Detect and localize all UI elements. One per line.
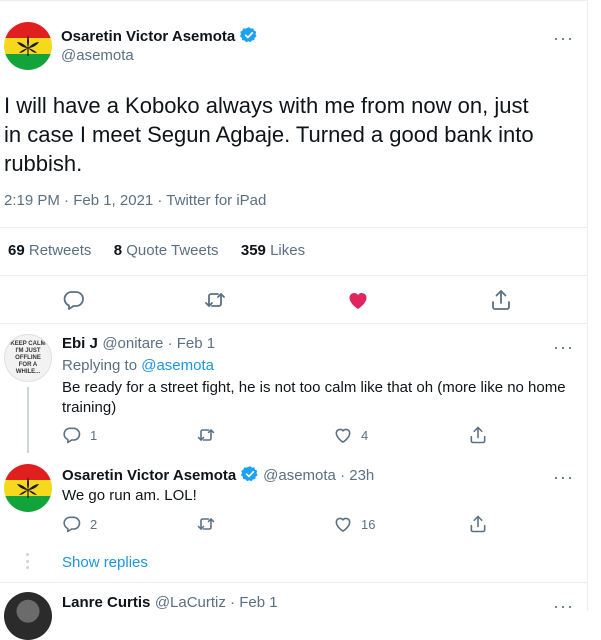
reply-meta[interactable]: @LaCurtiz · Feb 1 bbox=[155, 594, 278, 611]
retweets-label: Retweets bbox=[28, 242, 92, 259]
verified-badge-icon bbox=[240, 466, 258, 482]
reply-avatar[interactable] bbox=[4, 592, 52, 640]
engagement-stats: 69 Retweets 8 Quote Tweets 359 Likes bbox=[8, 242, 305, 259]
more-options-icon[interactable]: ··· bbox=[553, 468, 574, 486]
reply-text-line: Be ready for a street fight, he is not t… bbox=[62, 379, 566, 396]
tweet-timestamp[interactable]: 2:19 PM · Feb 1, 2021 · Twitter for iPad bbox=[4, 192, 266, 209]
reply-icon[interactable] bbox=[62, 425, 82, 445]
divider bbox=[0, 275, 588, 276]
author-handle[interactable]: @asemota bbox=[61, 47, 134, 64]
reply-meta[interactable]: @asemota · 23h bbox=[263, 467, 374, 484]
show-replies-link[interactable]: Show replies bbox=[62, 554, 148, 571]
more-options-icon[interactable]: ··· bbox=[553, 29, 574, 47]
quote-count: 8 bbox=[113, 242, 123, 259]
reply-count: 1 bbox=[90, 428, 98, 443]
reply-author-name[interactable]: Ebi J bbox=[62, 335, 98, 352]
cannabis-leaf-icon bbox=[17, 35, 39, 56]
reply-meta[interactable]: @onitare · Feb 1 bbox=[102, 335, 215, 352]
divider bbox=[0, 582, 588, 583]
reply-header: Osaretin Victor Asemota @asemota · 23h bbox=[62, 465, 374, 485]
cannabis-leaf-icon bbox=[17, 477, 39, 498]
retweet-icon[interactable] bbox=[196, 425, 216, 445]
reply-avatar[interactable] bbox=[4, 464, 52, 512]
like-count: 16 bbox=[361, 517, 376, 532]
verified-badge-icon bbox=[239, 27, 257, 43]
more-replies-dots bbox=[26, 553, 29, 569]
reply-author-name[interactable]: Lanre Curtis bbox=[62, 594, 150, 611]
like-icon[interactable] bbox=[333, 425, 353, 445]
reply-count: 2 bbox=[90, 517, 98, 532]
replying-to-label: Replying to bbox=[62, 357, 142, 374]
reply-avatar[interactable]: KEEP CALM I'M JUST OFFLINE FOR A WHILE..… bbox=[4, 334, 52, 382]
replying-to: Replying to @asemota bbox=[62, 357, 214, 374]
divider bbox=[0, 323, 588, 324]
tweet-text-line: rubbish. bbox=[4, 151, 83, 176]
tweet-text-line: in case I meet Segun Agbaje. Turned a go… bbox=[4, 122, 534, 147]
likes-label: Likes bbox=[270, 242, 306, 259]
thread-connector bbox=[27, 387, 29, 453]
author-name-row: Osaretin Victor Asemota bbox=[61, 26, 258, 46]
author-name[interactable]: Osaretin Victor Asemota bbox=[61, 28, 235, 45]
more-options-icon[interactable]: ··· bbox=[553, 338, 574, 356]
like-icon-filled[interactable] bbox=[346, 288, 370, 312]
reply-text-line: training) bbox=[62, 399, 117, 416]
replying-to-handle[interactable]: @asemota bbox=[141, 357, 214, 374]
reply-header: Lanre Curtis @LaCurtiz · Feb 1 bbox=[62, 594, 278, 612]
reply-icon[interactable] bbox=[62, 288, 86, 312]
tweet-text-line: I will have a Koboko always with me from… bbox=[4, 93, 529, 118]
share-icon[interactable] bbox=[468, 425, 488, 445]
share-icon[interactable] bbox=[489, 288, 513, 312]
avatar-text: KEEP CALM I'M JUST OFFLINE FOR A WHILE..… bbox=[10, 340, 46, 375]
reply-text: Be ready for a street fight, he is not t… bbox=[62, 378, 582, 418]
retweet-icon[interactable] bbox=[196, 514, 216, 534]
author-avatar[interactable] bbox=[4, 22, 52, 70]
retweets-stat[interactable]: 69 Retweets bbox=[8, 242, 91, 259]
likes-count: 359 bbox=[240, 242, 266, 259]
reply-header: Ebi J @onitare · Feb 1 bbox=[62, 335, 215, 353]
reply-author-name[interactable]: Osaretin Victor Asemota bbox=[62, 467, 236, 484]
divider bbox=[0, 227, 588, 228]
tweet-thread: Osaretin Victor Asemota @asemota ··· I w… bbox=[0, 0, 588, 640]
quote-label: Quote Tweets bbox=[126, 242, 219, 259]
like-icon[interactable] bbox=[333, 514, 353, 534]
likes-stat[interactable]: 359 Likes bbox=[241, 242, 305, 259]
reply-text: We go run am. LOL! bbox=[62, 487, 197, 504]
share-icon[interactable] bbox=[468, 514, 488, 534]
like-count: 4 bbox=[361, 428, 369, 443]
more-options-icon[interactable]: ··· bbox=[553, 597, 574, 615]
tweet-text: I will have a Koboko always with me from… bbox=[4, 91, 579, 178]
retweets-count: 69 bbox=[8, 242, 25, 259]
reply-icon[interactable] bbox=[62, 514, 82, 534]
quote-tweets-stat[interactable]: 8 Quote Tweets bbox=[114, 242, 219, 259]
retweet-icon[interactable] bbox=[203, 288, 227, 312]
